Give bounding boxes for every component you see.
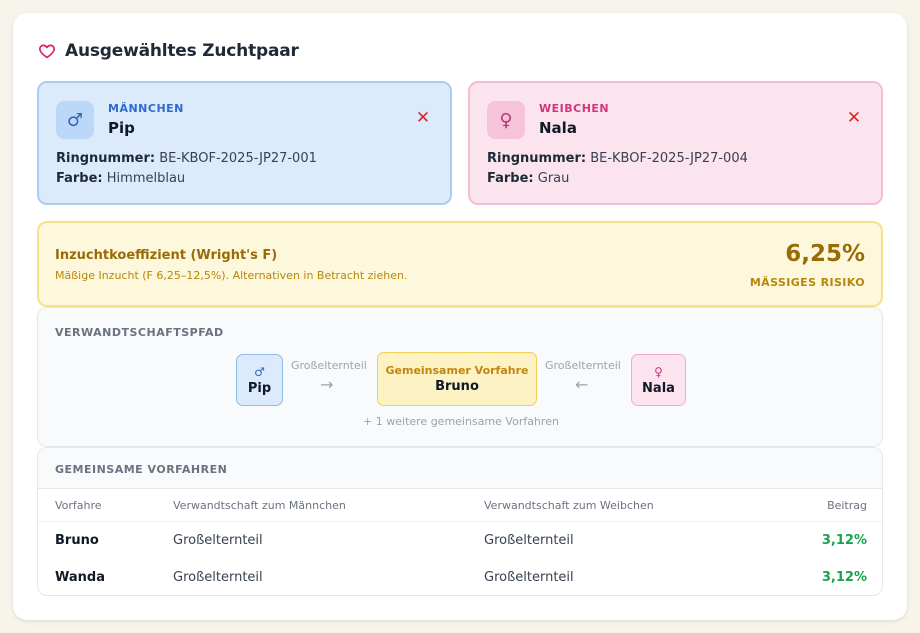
ancestor-name: Wanda: [55, 570, 105, 585]
female-color: Farbe: Grau: [487, 171, 569, 186]
path-female-name: Nala: [642, 380, 675, 396]
female-symbol-icon: ♀: [487, 101, 525, 139]
path-node-common-ancestor: Gemeinsamer Vorfahre Bruno: [377, 352, 537, 406]
male-color-value: Himmelblau: [106, 171, 186, 186]
male-relation: Großelternteil: [173, 533, 263, 548]
female-ring-value: BE-KBOF-2025-JP27-004: [590, 151, 748, 166]
common-ancestor-name: Bruno: [435, 379, 479, 394]
male-relation: Großelternteil: [173, 570, 263, 585]
table-header-row: Vorfahre Verwandtschaft zum Männchen Ver…: [38, 489, 882, 522]
male-ring-value: BE-KBOF-2025-JP27-001: [159, 151, 317, 166]
contribution-value: 3,12%: [821, 570, 867, 585]
male-name: Pip: [108, 119, 135, 137]
male-role-label: MÄNNCHEN: [108, 102, 184, 115]
ancestor-name: Bruno: [55, 533, 99, 548]
remove-male-button[interactable]: ✕: [414, 109, 432, 127]
column-header-male-relation: Verwandtschaft zum Männchen: [173, 498, 346, 512]
ancestors-section-label: GEMEINSAME VORFAHREN: [55, 463, 228, 476]
path-right-relation: Großelternteil: [545, 359, 621, 372]
male-symbol-icon: ♂: [56, 101, 94, 139]
remove-female-button[interactable]: ✕: [845, 109, 863, 127]
female-card: ♀ WEIBCHEN Nala ✕ Ringnummer: BE-KBOF-20…: [468, 81, 883, 205]
female-relation: Großelternteil: [484, 533, 574, 548]
male-card: ♂ MÄNNCHEN Pip ✕ Ringnummer: BE-KBOF-202…: [37, 81, 452, 205]
female-role-label: WEIBCHEN: [539, 102, 610, 115]
inbreeding-coefficient-panel: Inzuchtkoeffizient (Wright's F) Mäßige I…: [37, 221, 883, 307]
arrow-left-icon: ←: [575, 375, 589, 394]
path-section-label: VERWANDTSCHAFTSPFAD: [55, 326, 224, 339]
relationship-path-panel: VERWANDTSCHAFTSPFAD ♂ Pip Großelternteil…: [37, 307, 883, 447]
female-ring-number: Ringnummer: BE-KBOF-2025-JP27-004: [487, 151, 748, 166]
risk-badge: MÄSSIGES RISIKO: [749, 276, 865, 289]
table-section-header: GEMEINSAME VORFAHREN: [38, 448, 882, 489]
male-symbol-icon: ♂: [254, 364, 265, 379]
column-header-contribution: Beitrag: [827, 498, 867, 512]
coefficient-title: Inzuchtkoeffizient (Wright's F): [55, 248, 278, 263]
female-relation: Großelternteil: [484, 570, 574, 585]
breeding-pair-card: Ausgewähltes Zuchtpaar ♂ MÄNNCHEN Pip ✕ …: [13, 13, 907, 620]
table-row: Bruno Großelternteil Großelternteil 3,12…: [38, 522, 882, 559]
arrow-right-icon: →: [320, 375, 334, 394]
coefficient-description: Mäßige Inzucht (F 6,25–12,5%). Alternati…: [55, 269, 408, 282]
heart-icon: [39, 44, 55, 59]
male-ring-label: Ringnummer:: [56, 151, 156, 166]
female-ring-label: Ringnummer:: [487, 151, 587, 166]
column-header-ancestor: Vorfahre: [55, 498, 102, 512]
card-title: Ausgewähltes Zuchtpaar: [65, 41, 299, 61]
path-male-name: Pip: [247, 380, 272, 396]
more-ancestors-note: + 1 weitere gemeinsame Vorfahren: [363, 415, 559, 428]
female-color-value: Grau: [537, 171, 570, 186]
male-ring-number: Ringnummer: BE-KBOF-2025-JP27-001: [56, 151, 317, 166]
common-ancestors-table: GEMEINSAME VORFAHREN Vorfahre Verwandtsc…: [37, 447, 883, 596]
contribution-value: 3,12%: [821, 533, 867, 548]
coefficient-value: 6,25%: [785, 241, 865, 267]
table-row: Wanda Großelternteil Großelternteil 3,12…: [38, 559, 882, 595]
card-header: Ausgewähltes Zuchtpaar: [38, 40, 299, 62]
female-name: Nala: [539, 119, 577, 137]
male-color-label: Farbe:: [56, 171, 103, 186]
path-node-male: ♂ Pip: [236, 354, 283, 406]
path-node-female: ♀ Nala: [631, 354, 686, 406]
female-symbol-icon: ♀: [654, 364, 663, 379]
column-header-female-relation: Verwandtschaft zum Weibchen: [484, 498, 654, 512]
male-color: Farbe: Himmelblau: [56, 171, 185, 186]
path-left-relation: Großelternteil: [291, 359, 367, 372]
common-ancestor-title: Gemeinsamer Vorfahre: [385, 364, 529, 377]
female-color-label: Farbe:: [487, 171, 534, 186]
